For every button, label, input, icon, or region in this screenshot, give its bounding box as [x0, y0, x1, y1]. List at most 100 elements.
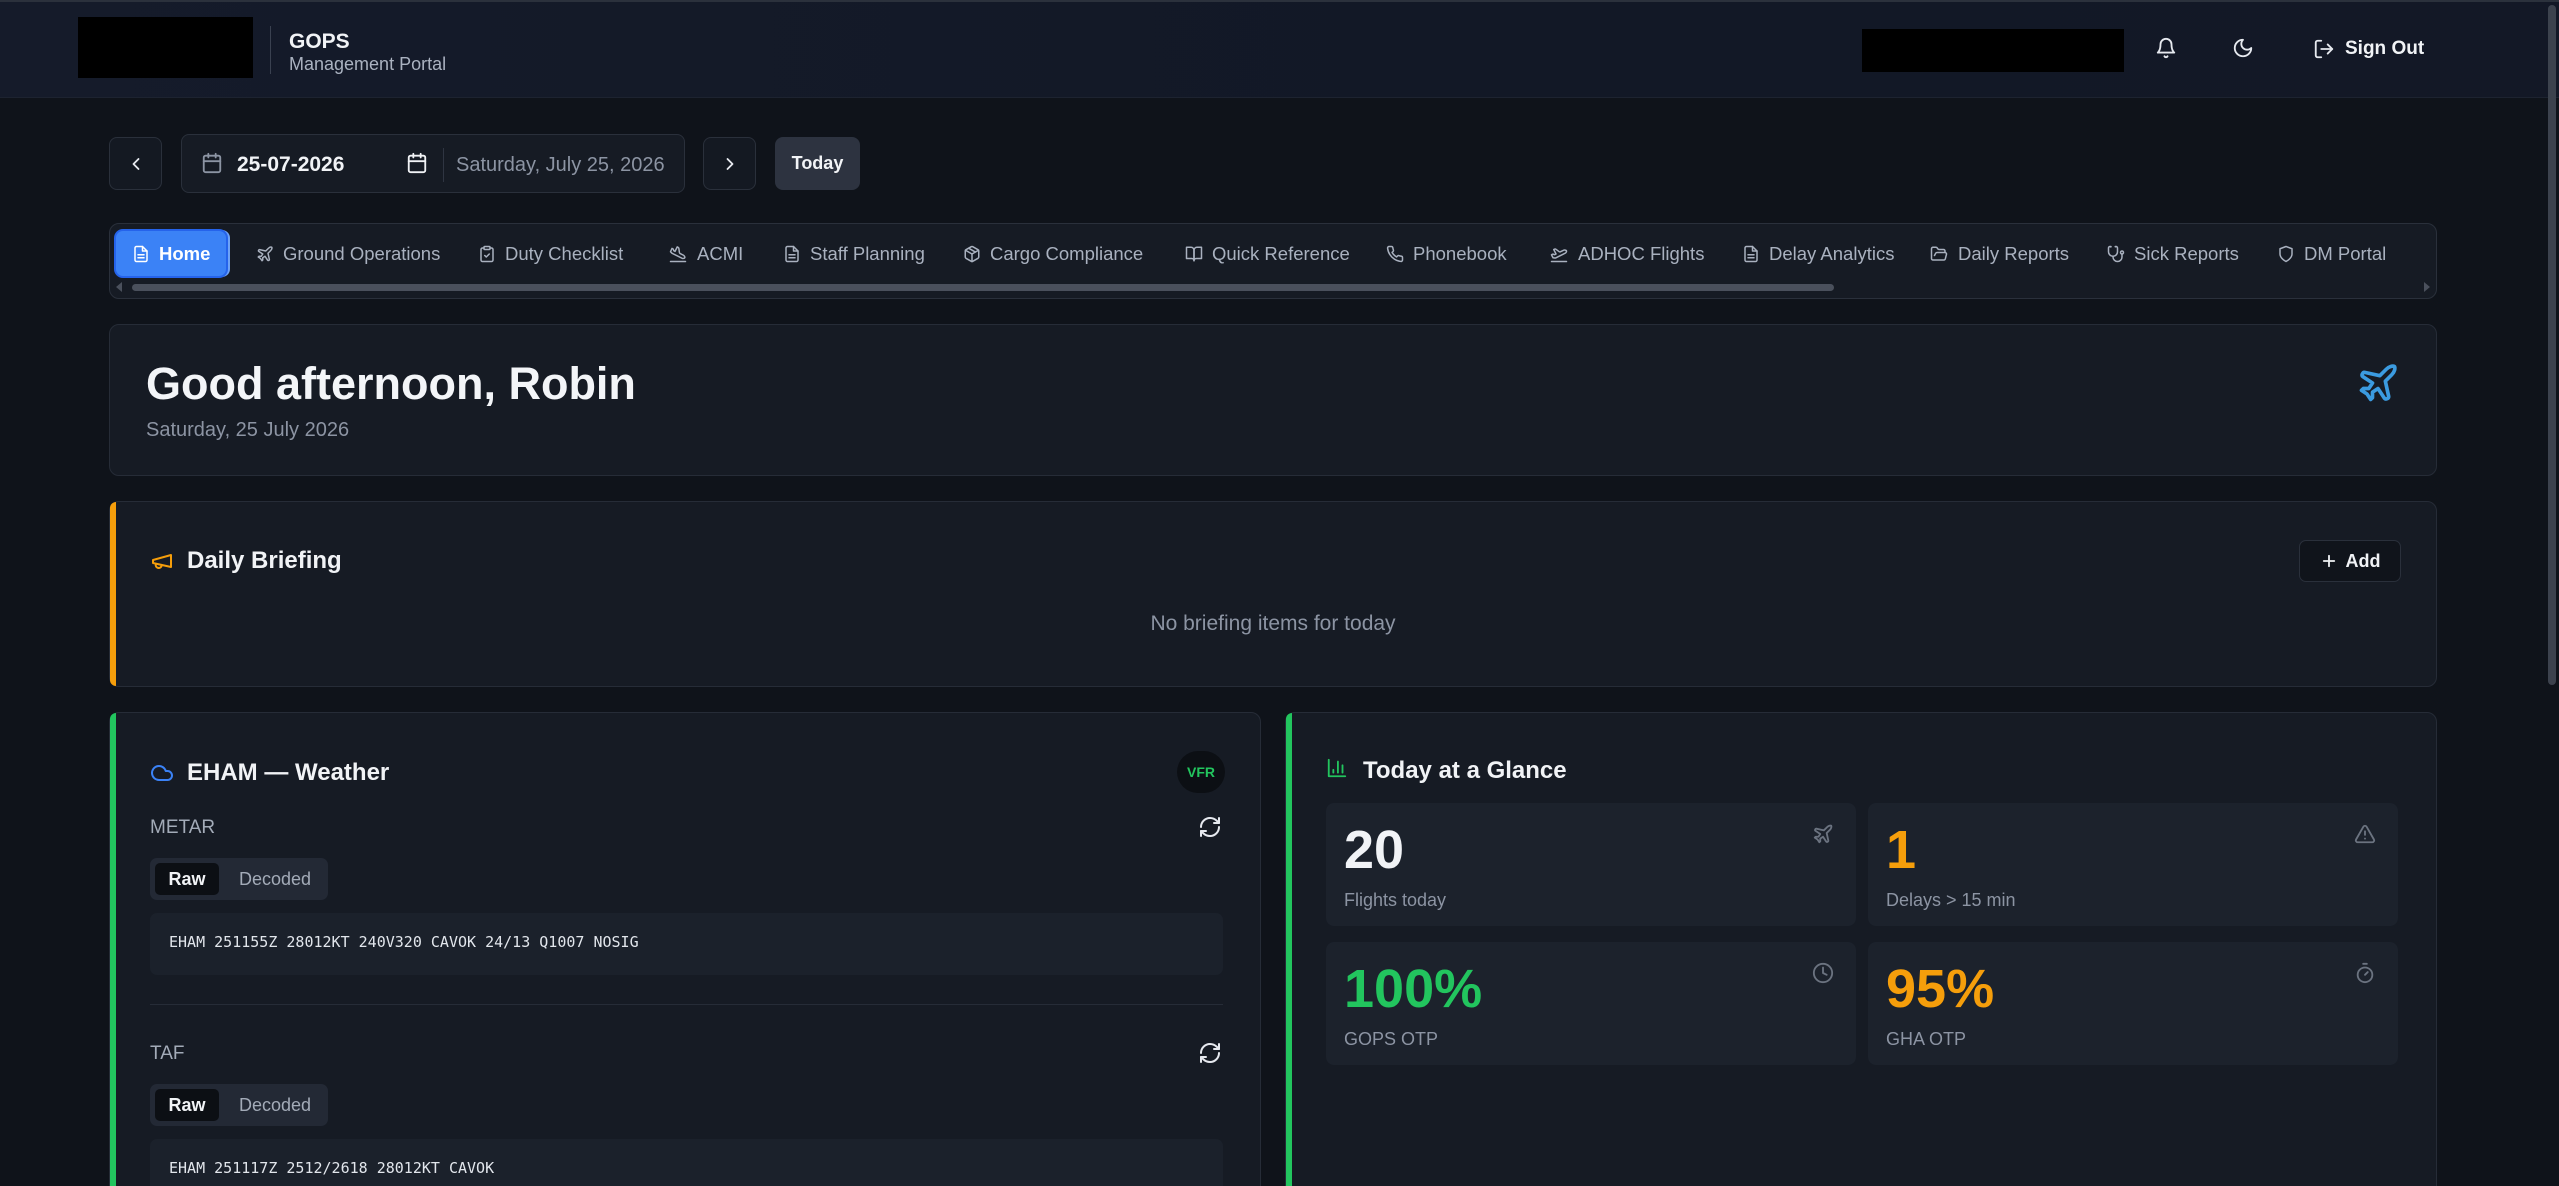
date-long-text: Saturday, July 25, 2026	[456, 154, 665, 176]
date-separator	[443, 148, 444, 182]
tab-label: DM Portal	[2304, 242, 2387, 264]
stethoscope-icon	[2107, 245, 2125, 262]
taf-text: EHAM 251117Z 2512/2618 28012KT CAVOK	[150, 1139, 1223, 1186]
clipboard-check-icon	[480, 245, 494, 262]
tab-label: Delay Analytics	[1769, 242, 1895, 264]
metar-label: METAR	[150, 817, 216, 838]
tab-label: Cargo Compliance	[990, 242, 1144, 264]
timer-icon	[2356, 962, 2374, 984]
plane-takeoff-icon	[1550, 247, 1568, 262]
tab-ground-operations[interactable]: Ground Operations	[250, 231, 440, 276]
brand-title: GOPS	[289, 30, 350, 53]
calendar-picker-icon[interactable]	[406, 152, 428, 174]
moon-icon[interactable]	[2229, 34, 2257, 62]
date-picker[interactable]: 25-07-2026 Saturday, July 25, 2026	[181, 134, 685, 193]
sign-out-button[interactable]: Sign Out	[2313, 38, 2424, 60]
taf-view-toggle: Raw Decoded	[150, 1084, 328, 1126]
stat-value: 100%	[1344, 959, 1483, 1019]
weather-title: EHAM — Weather	[187, 759, 390, 786]
briefing-accent-bar	[110, 502, 116, 686]
tab-delay-analytics[interactable]: Delay Analytics	[1736, 231, 1894, 276]
weather-card: EHAM — Weather VFR METAR Raw Decoded EHA…	[109, 712, 1261, 1186]
file-icon	[134, 245, 148, 262]
scroll-left-arrow[interactable]	[116, 282, 122, 292]
tab-cargo-compliance[interactable]: Cargo Compliance	[957, 231, 1143, 276]
bar-chart-icon	[1327, 758, 1347, 778]
taf-decoded-tab[interactable]: Decoded	[230, 1089, 320, 1121]
tab-daily-reports[interactable]: Daily Reports	[1923, 231, 2069, 276]
tab-label: ADHOC Flights	[1578, 242, 1705, 264]
refresh-metar-icon[interactable]	[1198, 815, 1222, 839]
folder-open-icon	[1930, 246, 1948, 261]
next-day-button[interactable]	[703, 137, 756, 190]
sign-out-label: Sign Out	[2345, 38, 2425, 59]
tab-phonebook[interactable]: Phonebook	[1380, 231, 1507, 276]
phone-icon	[1386, 245, 1404, 262]
stat-delays: 1 Delays > 15 min	[1868, 803, 2398, 926]
stat-value: 1	[1886, 820, 1917, 880]
user-info[interactable]	[1862, 29, 2124, 72]
date-input[interactable]: 25-07-2026	[237, 153, 344, 177]
greeting-card: Good afternoon, Robin Saturday, 25 July …	[109, 324, 2437, 476]
today-button[interactable]: Today	[775, 137, 860, 190]
calendar-icon	[202, 152, 222, 174]
megaphone-icon	[152, 554, 172, 569]
tab-duty-checklist[interactable]: Duty Checklist	[472, 231, 623, 276]
briefing-empty-text: No briefing items for today	[1150, 612, 1396, 635]
taf-raw-tab[interactable]: Raw	[155, 1089, 219, 1121]
tab-label: Sick Reports	[2134, 242, 2239, 264]
plane-icon	[2359, 364, 2397, 402]
flight-category-badge: VFR	[1177, 751, 1225, 793]
tab-acmi[interactable]: ACMI	[662, 231, 743, 276]
bell-icon[interactable]	[2152, 34, 2180, 62]
shield-icon	[2279, 245, 2293, 262]
plane-departure-icon	[257, 245, 273, 261]
tab-label: Staff Planning	[810, 242, 925, 264]
file-text-icon	[785, 245, 799, 262]
scroll-right-arrow[interactable]	[2424, 282, 2430, 292]
tab-bar: Home Ground Operations Duty Checklist AC…	[109, 223, 2437, 299]
stat-gops-otp: 100% GOPS OTP	[1326, 942, 1856, 1065]
tab-label: Daily Reports	[1958, 242, 2070, 264]
previous-day-button[interactable]	[109, 137, 162, 190]
stat-label: Flights today	[1344, 890, 1447, 910]
briefing-title: Daily Briefing	[187, 547, 342, 574]
tab-dm-portal[interactable]: DM Portal	[2271, 231, 2386, 276]
stat-label: Delays > 15 min	[1886, 890, 2016, 910]
tab-scrollbar[interactable]	[132, 284, 1834, 291]
metar-text: EHAM 251155Z 28012KT 240V320 CAVOK 24/13…	[150, 913, 1223, 975]
plane-icon	[1813, 824, 1833, 844]
add-briefing-button[interactable]: Add	[2299, 540, 2401, 582]
alert-triangle-icon	[2354, 824, 2376, 844]
tab-label: ACMI	[697, 242, 744, 264]
tab-adhoc-flights[interactable]: ADHOC Flights	[1543, 231, 1704, 276]
daily-briefing-card: Daily Briefing Add No briefing items for…	[109, 501, 2437, 687]
package-icon	[964, 245, 980, 262]
page-scrollbar[interactable]	[2548, 5, 2556, 685]
weather-accent-bar	[110, 713, 116, 1186]
metar-decoded-tab[interactable]: Decoded	[230, 863, 320, 895]
plus-icon	[2322, 554, 2335, 568]
stat-value: 20	[1344, 820, 1405, 880]
stat-label: GOPS OTP	[1344, 1029, 1439, 1049]
glance-card: Today at a Glance 20 Flights today 1 Del…	[1285, 712, 2437, 1186]
tab-quick-reference[interactable]: Quick Reference	[1179, 231, 1350, 276]
metar-raw-tab[interactable]: Raw	[155, 863, 219, 895]
file-text-icon	[1744, 245, 1758, 262]
cloud-icon	[151, 765, 173, 781]
glance-title: Today at a Glance	[1363, 757, 1567, 784]
tab-sick-reports[interactable]: Sick Reports	[2101, 231, 2239, 276]
clock-icon	[1812, 962, 1834, 984]
tab-label: Quick Reference	[1212, 242, 1350, 264]
tab-home[interactable]: Home	[116, 231, 227, 276]
greeting-date: Saturday, 25 July 2026	[146, 419, 350, 441]
refresh-taf-icon[interactable]	[1198, 1041, 1222, 1065]
tab-staff-planning[interactable]: Staff Planning	[777, 231, 925, 276]
tab-label: Home	[159, 242, 211, 264]
brand-subtitle: Management Portal	[289, 54, 447, 74]
stat-value: 95%	[1886, 959, 1995, 1019]
plane-landing-icon	[669, 245, 687, 262]
logo[interactable]	[78, 17, 253, 78]
tab-label: Ground Operations	[283, 242, 441, 264]
glance-accent-bar	[1286, 713, 1292, 1186]
